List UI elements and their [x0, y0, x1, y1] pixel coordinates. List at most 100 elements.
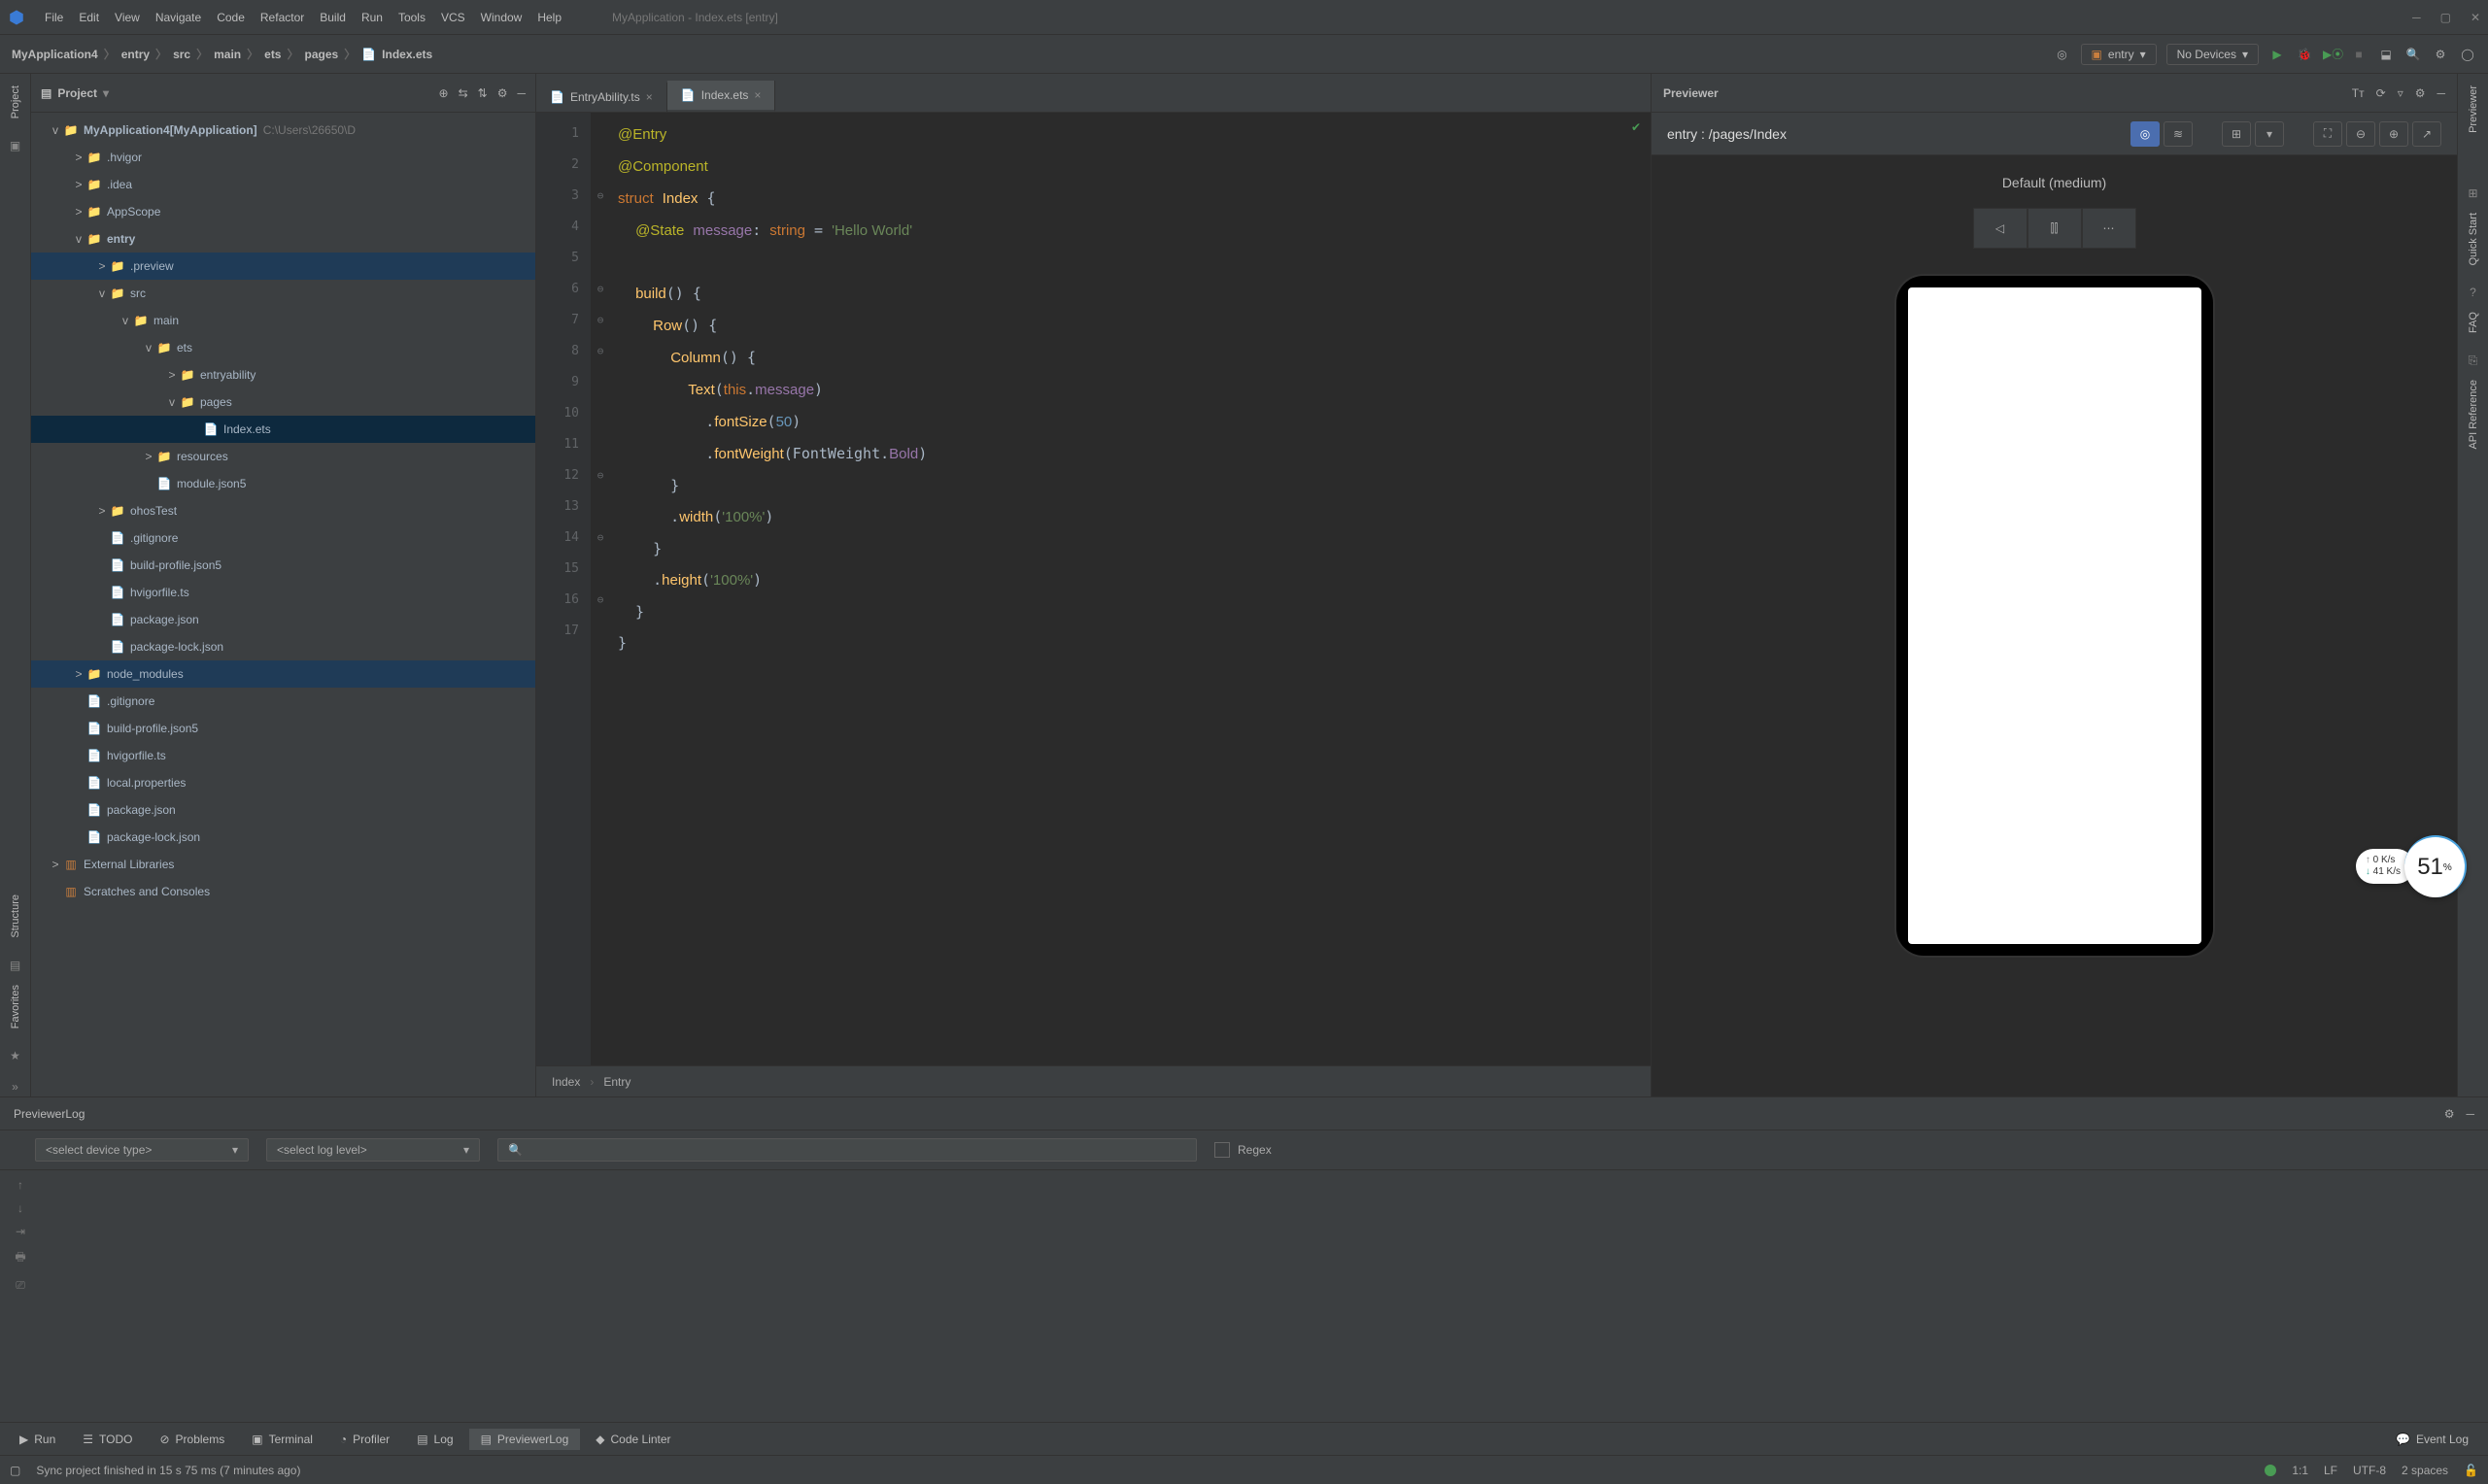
tree-item[interactable]: >📁AppScope	[31, 198, 535, 225]
tree-item[interactable]: >📁node_modules	[31, 660, 535, 688]
bottom-tab-previewerlog[interactable]: ▤PreviewerLog	[469, 1429, 581, 1450]
zoom-in-icon[interactable]: ⊕	[2379, 121, 2408, 147]
hide-icon[interactable]: ─	[517, 86, 526, 100]
popout-icon[interactable]: ↗	[2412, 121, 2441, 147]
tree-item[interactable]: >📁.preview	[31, 253, 535, 280]
rail-icon[interactable]: ★	[6, 1046, 25, 1065]
close-icon[interactable]: ×	[754, 88, 761, 102]
hide-icon[interactable]: ─	[2437, 86, 2445, 100]
expand-icon[interactable]: ⇆	[459, 86, 468, 100]
tree-item[interactable]: >📁.idea	[31, 171, 535, 198]
tree-item[interactable]: 📄package-lock.json	[31, 633, 535, 660]
tree-item[interactable]: 📄package.json	[31, 796, 535, 824]
close-icon[interactable]: ×	[646, 90, 653, 104]
collapse-icon[interactable]: ⇅	[478, 86, 488, 100]
log-wrap-icon[interactable]: ⇥	[16, 1225, 25, 1238]
menu-edit[interactable]: Edit	[71, 9, 107, 26]
tree-item[interactable]: v📁pages	[31, 388, 535, 416]
menu-vcs[interactable]: VCS	[433, 9, 473, 26]
update-icon[interactable]: ⬓	[2377, 48, 2395, 61]
menu-help[interactable]: Help	[529, 9, 569, 26]
font-icon[interactable]: Tᴛ	[2352, 86, 2365, 100]
device-type-select[interactable]: <select device type>▾	[35, 1138, 249, 1162]
tree-item[interactable]: 📄.gitignore	[31, 688, 535, 715]
grid-icon[interactable]: ⊞	[2222, 121, 2251, 147]
device-selector[interactable]: No Devices▾	[2166, 44, 2259, 65]
gear-icon[interactable]: ⚙	[2444, 1107, 2455, 1121]
rail-icon[interactable]: ▣	[6, 136, 25, 155]
breadcrumb[interactable]: MyApplication4〉entry〉src〉main〉ets〉pages〉…	[12, 46, 432, 62]
tree-item[interactable]: >📁ohosTest	[31, 497, 535, 524]
rail-icon[interactable]: ⊞	[2464, 184, 2483, 203]
bottom-tab-todo[interactable]: ☰TODO	[71, 1429, 144, 1450]
search-icon[interactable]: 🔍	[2404, 48, 2422, 61]
tree-item[interactable]: 📄package.json	[31, 606, 535, 633]
rail-icon[interactable]: ?	[2464, 283, 2483, 302]
line-ending[interactable]: LF	[2324, 1464, 2337, 1477]
rail-apiref[interactable]: API Reference	[2468, 374, 2479, 455]
bottom-tab-run[interactable]: ▶Run	[8, 1429, 67, 1450]
tree-item[interactable]: >📁entryability	[31, 361, 535, 388]
maximize-button[interactable]: ▢	[2440, 11, 2451, 24]
gear-icon[interactable]: ⚙	[497, 86, 508, 100]
editor-tab[interactable]: 📄EntryAbility.ts×	[536, 83, 667, 112]
gear-icon[interactable]: ⚙	[2415, 86, 2426, 100]
fold-column[interactable]: ⊖ ⊖⊖⊖ ⊖ ⊖ ⊖	[591, 113, 610, 1065]
log-print-icon[interactable]: 🖶	[15, 1248, 25, 1268]
menu-run[interactable]: Run	[354, 9, 391, 26]
prev-back-button[interactable]: ◁	[1973, 208, 2028, 249]
device-screen[interactable]	[1908, 287, 2201, 944]
fullscreen-icon[interactable]: ⛶	[2313, 121, 2342, 147]
prev-rotate-button[interactable]: ⫿⫿	[2028, 208, 2082, 249]
tree-item[interactable]: 📄local.properties	[31, 769, 535, 796]
log-level-select[interactable]: <select log level>▾	[266, 1138, 480, 1162]
rail-icon[interactable]: ⎘	[2464, 351, 2483, 370]
tree-item[interactable]: v📁ets	[31, 334, 535, 361]
tree-item[interactable]: 📄Index.ets	[31, 416, 535, 443]
bottom-tab-log[interactable]: ▤Log	[405, 1429, 464, 1450]
settings-icon[interactable]: ⚙	[2432, 48, 2449, 61]
code-area[interactable]: @Entry @Component struct Index { @State …	[610, 113, 1651, 1065]
tree-item[interactable]: 📄build-profile.json5	[31, 715, 535, 742]
log-up-icon[interactable]: ↑	[17, 1178, 23, 1192]
log-down-icon[interactable]: ↓	[17, 1201, 23, 1215]
layers-icon[interactable]: ≋	[2164, 121, 2193, 147]
prev-more-button[interactable]: ⋯	[2082, 208, 2136, 249]
run-config-selector[interactable]: ▣entry▾	[2081, 44, 2157, 65]
log-search-input[interactable]: 🔍	[497, 1138, 1197, 1162]
readonly-icon[interactable]: 🔓	[2464, 1464, 2478, 1477]
bottom-tab-code linter[interactable]: ◆Code Linter	[584, 1429, 682, 1450]
project-tree[interactable]: v📁MyApplication4 [MyApplication]C:\Users…	[31, 113, 535, 1096]
bottom-tab-problems[interactable]: ⊘Problems	[148, 1429, 236, 1450]
bottom-tab-terminal[interactable]: ▣Terminal	[240, 1429, 324, 1450]
locate-icon[interactable]: ⊕	[439, 86, 449, 100]
menu-view[interactable]: View	[107, 9, 148, 26]
rail-icon[interactable]: ▤	[6, 956, 25, 975]
log-content[interactable]	[41, 1170, 2488, 1422]
coverage-button[interactable]: ▶⦿	[2323, 46, 2340, 62]
bottom-tab-profiler[interactable]: ◔Profiler	[328, 1429, 401, 1450]
hide-icon[interactable]: ─	[2466, 1107, 2474, 1121]
tree-item[interactable]: ▥Scratches and Consoles	[31, 878, 535, 905]
editor-tab[interactable]: 📄Index.ets×	[667, 81, 776, 112]
tree-item[interactable]: v📁main	[31, 307, 535, 334]
close-window-button[interactable]: ✕	[2471, 11, 2480, 24]
log-clear-icon[interactable]: ⎚	[16, 1278, 25, 1293]
rail-structure[interactable]: Structure	[10, 889, 21, 944]
indent-info[interactable]: 2 spaces	[2402, 1464, 2448, 1477]
rail-faq[interactable]: FAQ	[2468, 306, 2479, 339]
rail-project[interactable]: Project	[10, 80, 21, 124]
encoding[interactable]: UTF-8	[2353, 1464, 2386, 1477]
tree-item[interactable]: 📄hvigorfile.ts	[31, 742, 535, 769]
minimize-button[interactable]: ─	[2412, 11, 2421, 24]
menu-file[interactable]: File	[37, 9, 71, 26]
tree-item[interactable]: >📁resources	[31, 443, 535, 470]
rail-previewer[interactable]: Previewer	[2468, 80, 2479, 139]
menu-build[interactable]: Build	[312, 9, 354, 26]
tree-item[interactable]: >📁.hvigor	[31, 144, 535, 171]
inspect-toggle[interactable]: ◎	[2130, 121, 2160, 147]
filter-icon[interactable]: ▿	[2398, 86, 2403, 100]
menu-tools[interactable]: Tools	[391, 9, 433, 26]
caret-position[interactable]: 1:1	[2292, 1464, 2308, 1477]
menu-navigate[interactable]: Navigate	[148, 9, 209, 26]
